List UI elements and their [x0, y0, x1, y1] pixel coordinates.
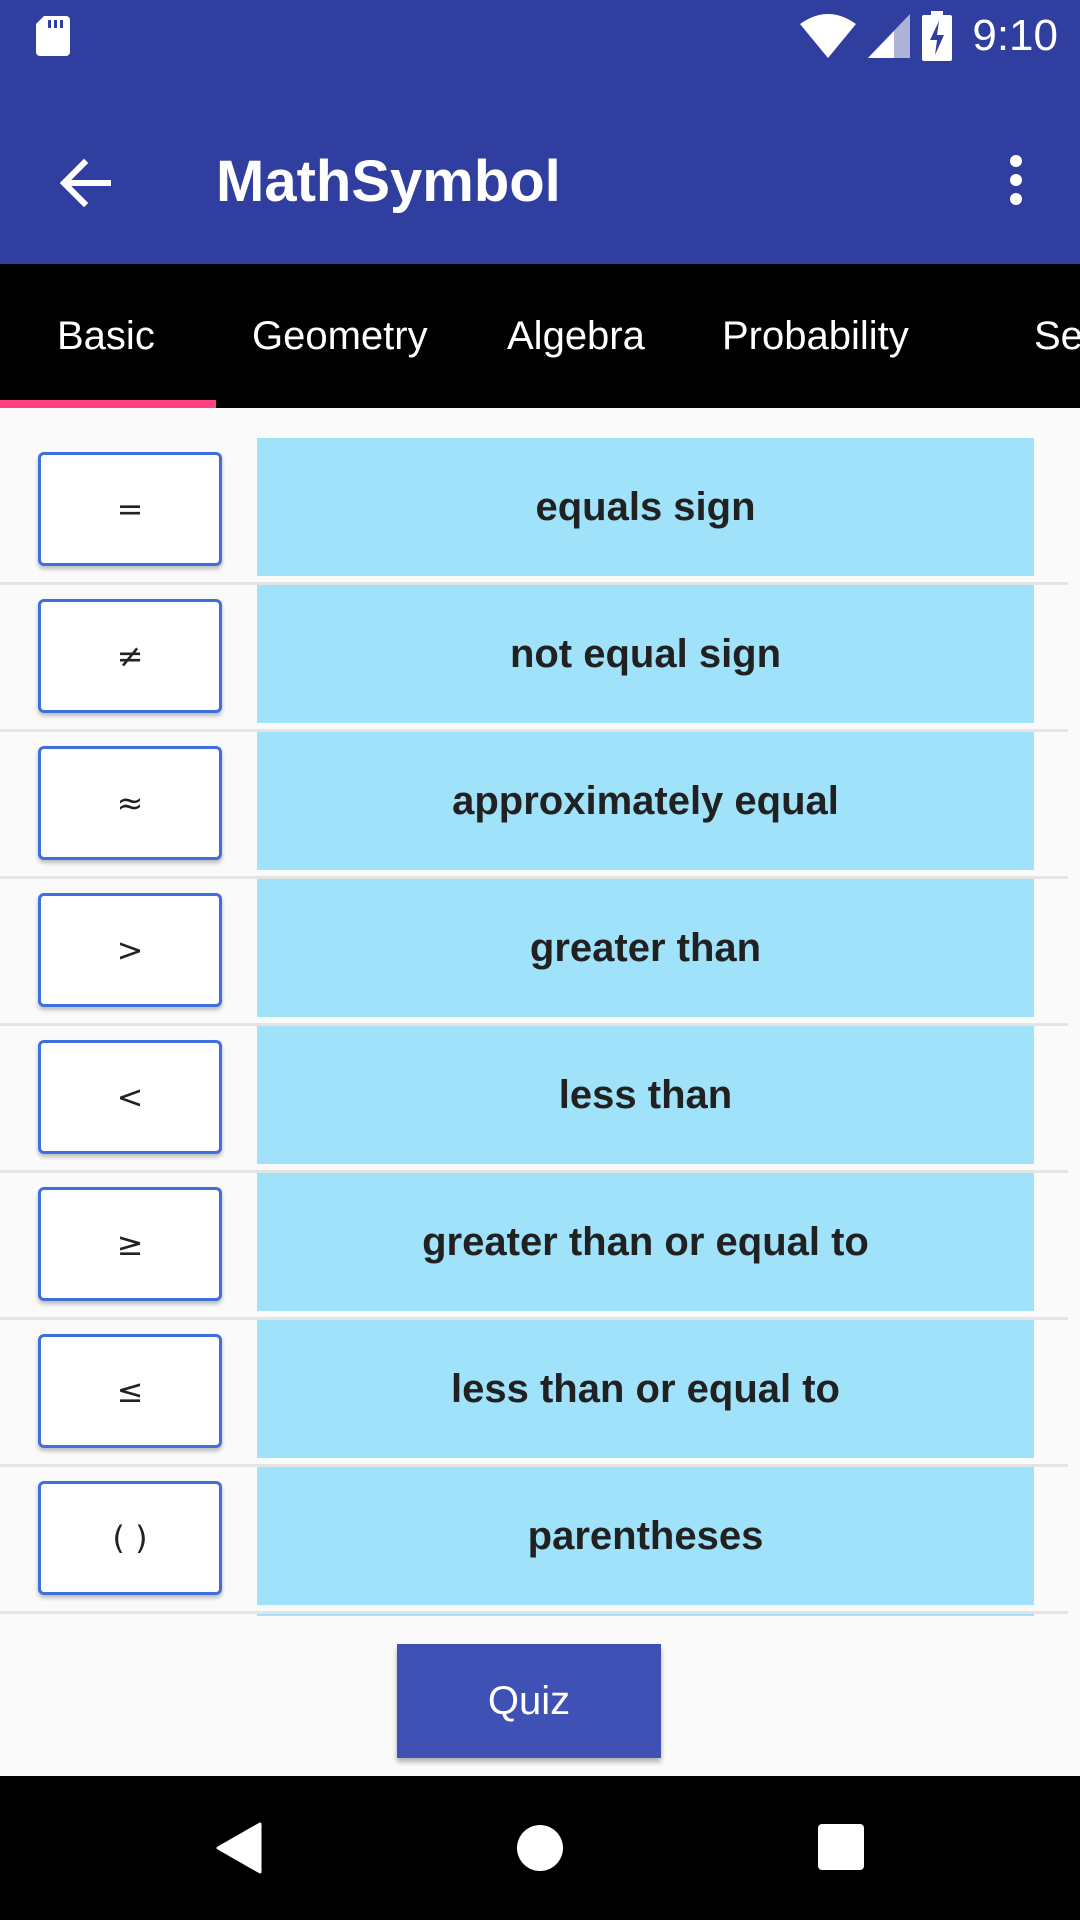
back-button[interactable]: [40, 138, 130, 228]
status-bar: 9:10: [0, 0, 1080, 72]
symbol-name[interactable]: parentheses: [257, 1467, 1034, 1605]
list-item-partial[interactable]: [257, 1614, 1034, 1616]
overflow-menu-button[interactable]: [986, 140, 1046, 220]
list-item[interactable]: ≤ less than or equal to: [0, 1320, 1080, 1467]
list-item[interactable]: ≠ not equal sign: [0, 585, 1080, 732]
symbol-button[interactable]: =: [38, 452, 222, 566]
quiz-button[interactable]: Quiz: [397, 1644, 661, 1758]
nav-home-icon[interactable]: [516, 1824, 564, 1872]
list-item[interactable]: < less than: [0, 1026, 1080, 1173]
symbol-button[interactable]: ≤: [38, 1334, 222, 1448]
symbol-name[interactable]: greater than: [257, 879, 1034, 1017]
symbol-button[interactable]: <: [38, 1040, 222, 1154]
battery-charging-icon: [922, 11, 953, 61]
navigation-bar: [0, 1776, 1080, 1920]
symbol-name[interactable]: greater than or equal to: [257, 1173, 1034, 1311]
nav-recents-icon[interactable]: [818, 1824, 864, 1870]
symbol-name[interactable]: less than or equal to: [257, 1320, 1034, 1458]
symbol-button[interactable]: >: [38, 893, 222, 1007]
tab-selected-indicator: [0, 400, 216, 408]
tab-probability[interactable]: Probability: [722, 264, 909, 408]
symbol-button[interactable]: ≥: [38, 1187, 222, 1301]
tab-algebra[interactable]: Algebra: [507, 264, 645, 408]
list-item[interactable]: ≥ greater than or equal to: [0, 1173, 1080, 1320]
symbol-list[interactable]: = equals sign ≠ not equal sign ≈ approxi…: [0, 408, 1080, 1616]
arrow-back-icon: [59, 158, 111, 208]
status-time: 9:10: [972, 11, 1058, 60]
symbol-name[interactable]: less than: [257, 1026, 1034, 1164]
list-item[interactable]: = equals sign: [0, 438, 1080, 585]
symbol-button[interactable]: ( ): [38, 1481, 222, 1595]
list-item[interactable]: ≈ approximately equal: [0, 732, 1080, 879]
list-item[interactable]: > greater than: [0, 879, 1080, 1026]
tab-bar: Basic Geometry Algebra Probability Se: [0, 264, 1080, 408]
symbol-button[interactable]: ≠: [38, 599, 222, 713]
symbol-name[interactable]: equals sign: [257, 438, 1034, 576]
page-title: MathSymbol: [216, 149, 561, 214]
tab-partial[interactable]: Se: [1034, 264, 1080, 408]
tab-basic[interactable]: Basic: [57, 264, 155, 408]
list-item[interactable]: ( ) parentheses: [0, 1467, 1080, 1614]
symbol-button[interactable]: ≈: [38, 746, 222, 860]
tab-geometry[interactable]: Geometry: [252, 264, 428, 408]
sd-card-icon: [36, 16, 70, 56]
signal-icon: [868, 14, 911, 58]
more-vert-icon: [1010, 155, 1022, 205]
symbol-name[interactable]: approximately equal: [257, 732, 1034, 870]
symbol-name[interactable]: not equal sign: [257, 585, 1034, 723]
wifi-icon: [800, 14, 857, 58]
nav-back-icon[interactable]: [214, 1822, 262, 1874]
